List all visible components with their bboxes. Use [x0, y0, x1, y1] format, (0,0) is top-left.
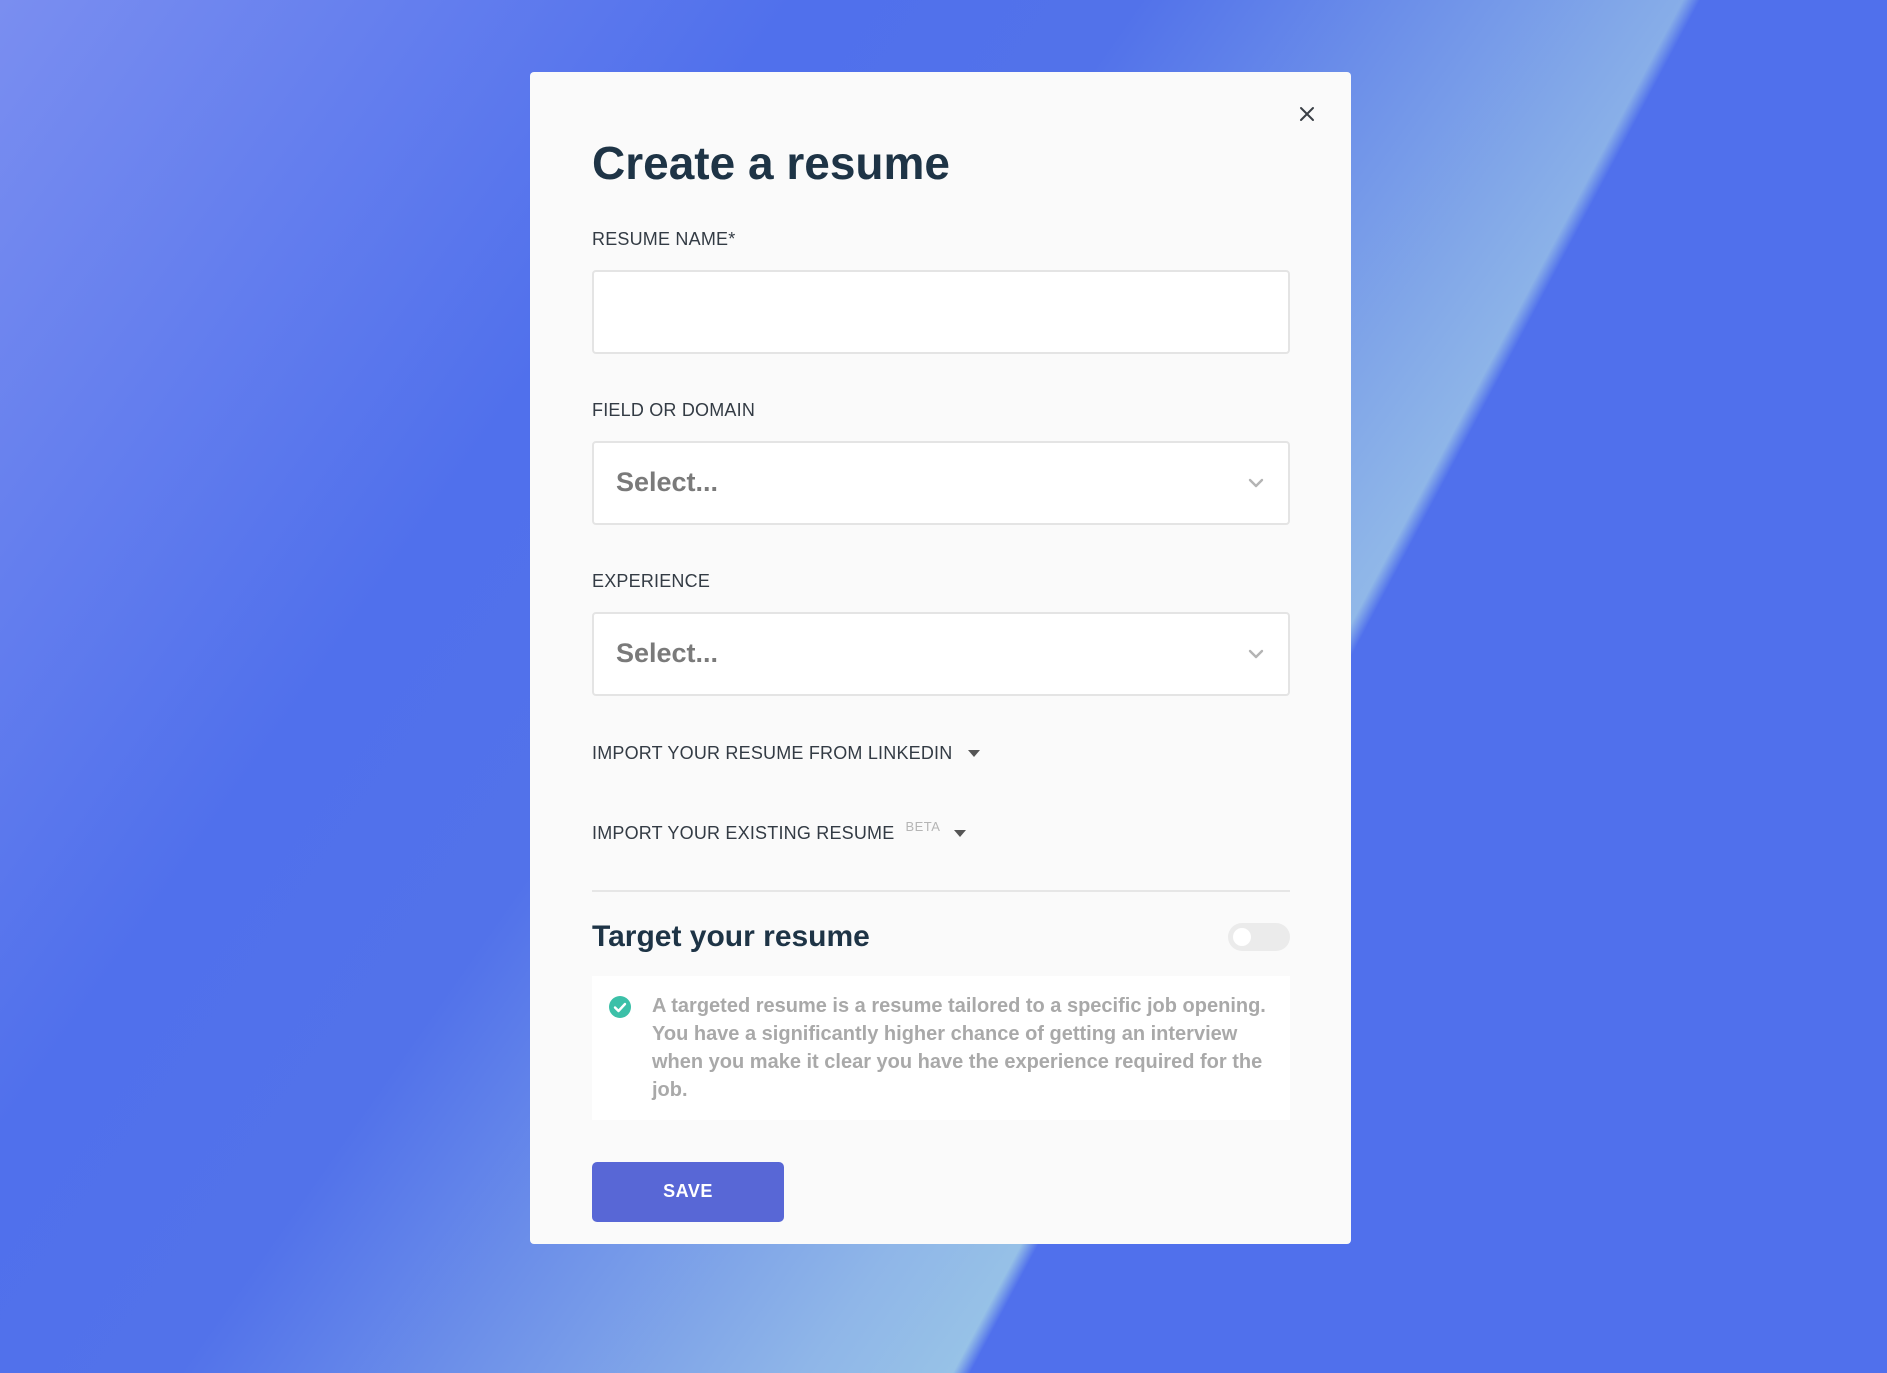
resume-name-input[interactable] — [592, 269, 1290, 354]
experience-label: EXPERIENCE — [592, 570, 711, 591]
field-or-domain-label: FIELD OR DOMAIN — [592, 399, 756, 420]
resume-name-label: RESUME NAME* — [592, 228, 736, 249]
experience-group: EXPERIENCE Select... — [592, 570, 1290, 696]
create-resume-modal: Create a resume RESUME NAME* FIELD OR DO… — [530, 72, 1351, 1244]
beta-badge: BETA — [905, 819, 941, 835]
check-circle-icon — [608, 995, 632, 1019]
import-existing-toggle[interactable]: IMPORT YOUR EXISTING RESUME BETA — [592, 819, 1289, 848]
close-button[interactable] — [1293, 100, 1321, 128]
experience-placeholder: Select... — [616, 638, 719, 669]
chevron-down-icon — [1244, 642, 1268, 666]
target-resume-title: Target your resume — [592, 919, 870, 953]
target-info-box: A targeted resume is a resume tailored t… — [592, 975, 1290, 1120]
toggle-knob — [1233, 927, 1251, 946]
field-or-domain-placeholder: Select... — [616, 467, 719, 498]
close-icon — [1300, 107, 1314, 121]
caret-down-icon — [954, 830, 967, 838]
import-existing-label: IMPORT YOUR EXISTING RESUME — [592, 823, 895, 844]
target-resume-toggle[interactable] — [1228, 922, 1290, 951]
experience-select[interactable]: Select... — [592, 611, 1290, 696]
caret-down-icon — [968, 750, 981, 758]
import-linkedin-toggle[interactable]: IMPORT YOUR RESUME FROM LINKEDIN — [592, 740, 1289, 768]
field-or-domain-select[interactable]: Select... — [592, 440, 1290, 525]
modal-title: Create a resume — [592, 137, 950, 189]
chevron-down-icon — [1244, 471, 1268, 495]
divider — [592, 889, 1290, 892]
field-or-domain-group: FIELD OR DOMAIN Select... — [592, 399, 1290, 525]
target-resume-row: Target your resume — [592, 920, 1290, 954]
import-linkedin-label: IMPORT YOUR RESUME FROM LINKEDIN — [592, 743, 953, 764]
save-button[interactable]: SAVE — [592, 1161, 784, 1222]
target-info-text: A targeted resume is a resume tailored t… — [652, 994, 1266, 1101]
resume-name-group: RESUME NAME* — [592, 228, 1290, 354]
